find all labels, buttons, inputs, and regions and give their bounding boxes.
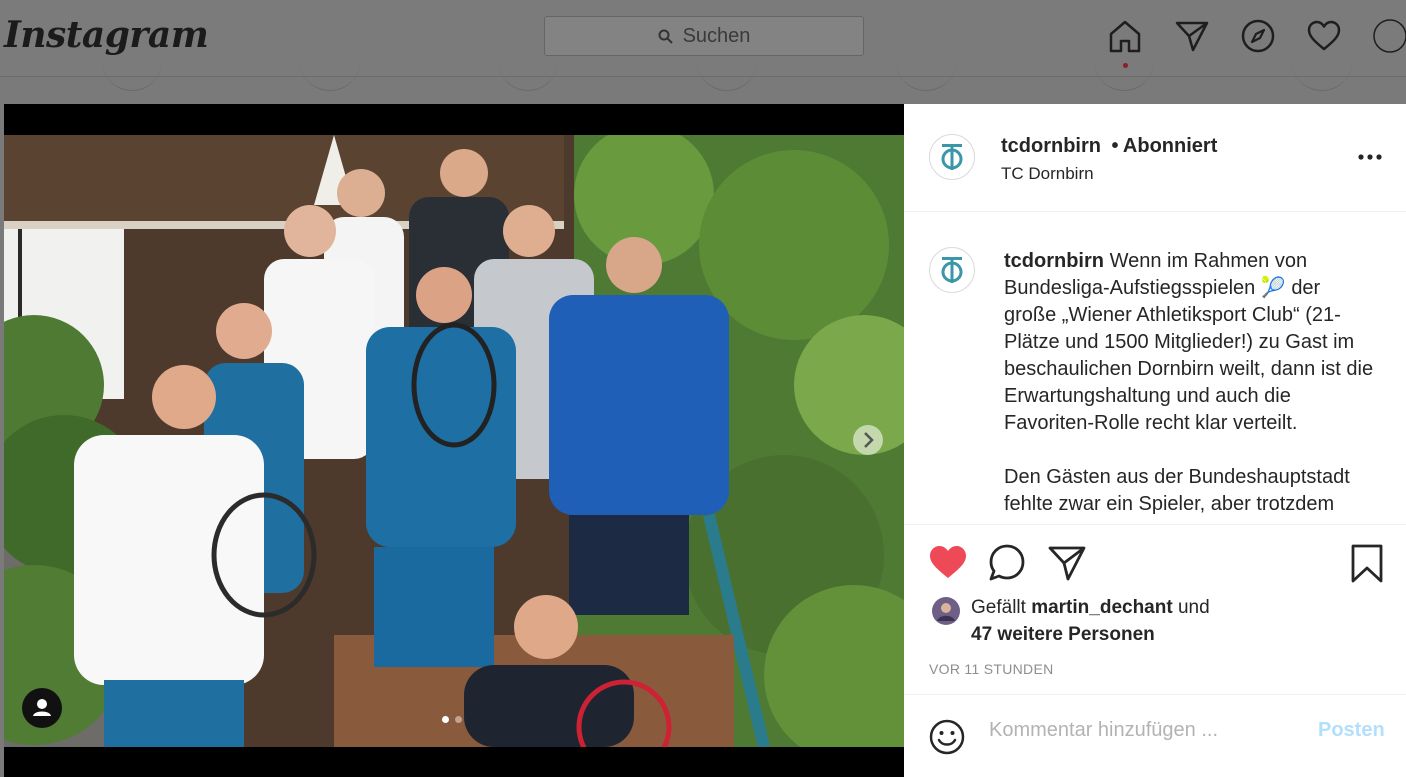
carousel-dot [455, 716, 462, 723]
comment-form: Kommentar hinzufügen ... Posten [904, 695, 1406, 777]
story-ring [1094, 60, 1154, 91]
follow-status[interactable]: Abonniert [1123, 135, 1217, 157]
likes-count[interactable]: 47 weitere Personen [971, 624, 1155, 645]
share-icon[interactable] [1047, 543, 1087, 583]
more-icon[interactable] [1358, 148, 1382, 166]
liker-username[interactable]: martin_dechant [1031, 597, 1172, 618]
search-input[interactable]: Suchen [544, 16, 864, 56]
carousel-dots [442, 716, 462, 723]
next-arrow-icon[interactable] [852, 424, 884, 456]
bookmark-icon[interactable] [1349, 544, 1385, 584]
caption-paragraph: der große „Wiener Athletiksport Club“ (2… [1004, 277, 1374, 434]
direct-icon[interactable] [1174, 18, 1210, 54]
caption-username[interactable]: tcdornbirn [1004, 250, 1104, 272]
team-photo [4, 135, 904, 747]
caption-text: tcdornbirn Wenn im Rahmen von Bundesliga… [1004, 248, 1374, 518]
story-ring [102, 60, 162, 91]
post-header: tcdornbirn • Abonniert TC Dornbirn [904, 104, 1406, 212]
post-photo[interactable] [4, 104, 904, 777]
home-icon[interactable] [1107, 18, 1143, 54]
display-name: TC Dornbirn [1001, 164, 1094, 183]
story-ring [498, 60, 558, 91]
heart-icon[interactable] [1306, 18, 1342, 54]
story-ring [896, 60, 956, 91]
post-side-panel: tcdornbirn • Abonniert TC Dornbirn tcdor… [904, 104, 1406, 777]
tag-user-icon[interactable] [22, 688, 62, 728]
action-bar: Gefällt martin_dechant und 47 weitere Pe… [904, 524, 1406, 695]
story-ring [300, 60, 360, 91]
like-icon[interactable] [928, 544, 968, 580]
comment-icon[interactable] [987, 543, 1027, 583]
club-logo-icon [941, 144, 963, 170]
club-logo-icon [941, 257, 963, 283]
caption-paragraph: Den Gästen aus der Bundeshauptstadt fehl… [1004, 466, 1350, 515]
profile-icon[interactable] [1372, 18, 1406, 54]
instagram-logo[interactable]: Instagram [4, 14, 209, 56]
search-icon [658, 29, 673, 44]
liker-avatar[interactable] [931, 596, 961, 626]
post-timestamp[interactable]: VOR 11 STUNDEN [929, 661, 1054, 677]
likes-summary: Gefällt martin_dechant und 47 weitere Pe… [971, 594, 1210, 648]
emoji-icon[interactable] [929, 719, 965, 755]
likes-and: und [1177, 597, 1210, 618]
post-comment-button[interactable]: Posten [1318, 719, 1385, 742]
carousel-dot-active [442, 716, 449, 723]
story-ring [697, 60, 757, 91]
avatar[interactable] [929, 134, 975, 180]
separator-dot: • [1111, 135, 1119, 157]
explore-icon[interactable] [1240, 18, 1276, 54]
story-ring [1292, 60, 1352, 91]
likes-prefix: Gefällt [971, 597, 1026, 618]
top-nav: Instagram Suchen [0, 0, 1406, 91]
avatar[interactable] [929, 247, 975, 293]
caption-section: tcdornbirn Wenn im Rahmen von Bundesliga… [904, 212, 1406, 525]
comment-input[interactable]: Kommentar hinzufügen ... [989, 719, 1218, 742]
tennis-emoji: 🎾 [1260, 277, 1286, 299]
search-placeholder: Suchen [682, 24, 751, 47]
post-username[interactable]: tcdornbirn [1001, 135, 1101, 157]
